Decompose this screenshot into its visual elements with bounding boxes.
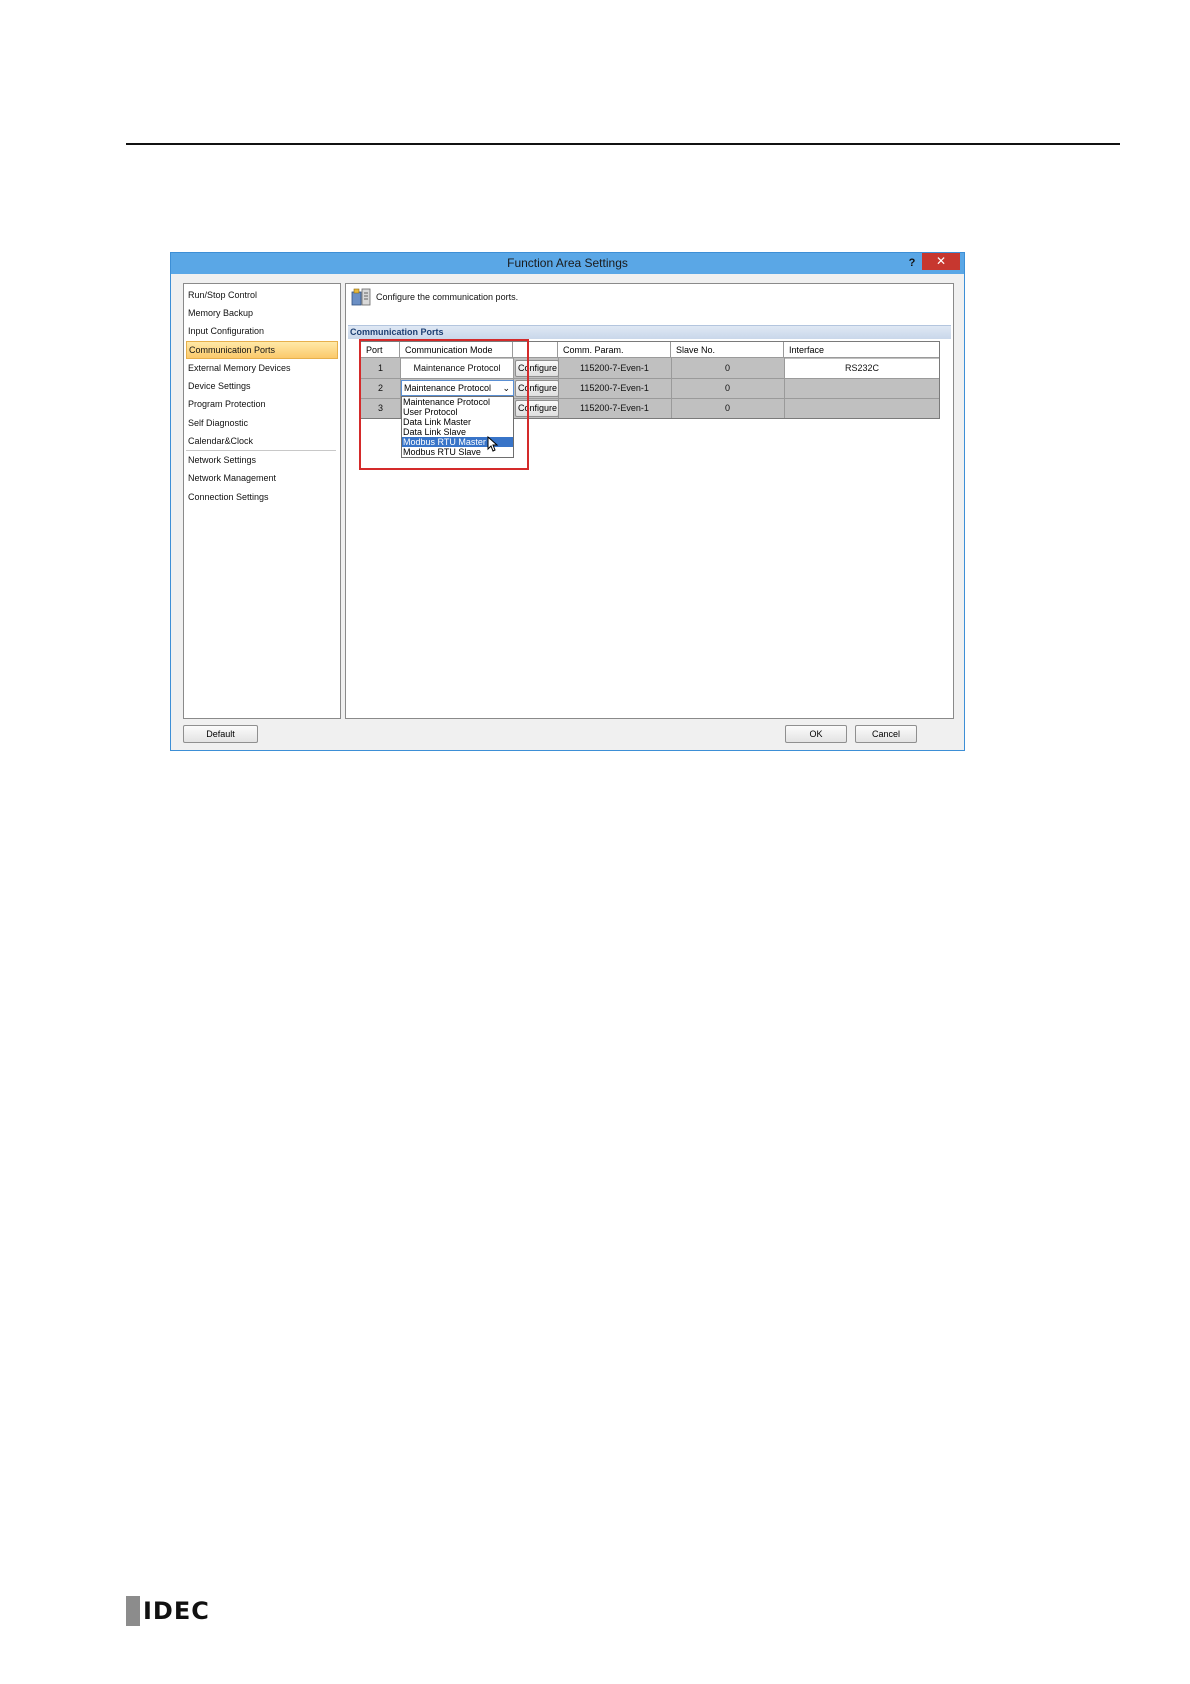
interface-value[interactable]: RS232C [785, 358, 939, 378]
title-bar[interactable]: Function Area Settings ? ✕ [171, 253, 964, 274]
header-rule [126, 143, 1120, 145]
sidebar-item-memory-backup[interactable]: Memory Backup [186, 304, 340, 322]
sidebar-item-input-configuration[interactable]: Input Configuration [186, 322, 340, 340]
comm-param-value: 115200-7-Even-1 [580, 403, 649, 413]
sidebar-item-connection-settings[interactable]: Connection Settings [186, 488, 340, 506]
sidebar-item-program-protection[interactable]: Program Protection [186, 395, 340, 413]
close-button[interactable]: ✕ [922, 253, 960, 270]
annotation-highlight-box [359, 339, 529, 470]
logo-text: IDEC [143, 1597, 210, 1625]
help-button[interactable]: ? [904, 255, 920, 271]
column-header-slave-no[interactable]: Slave No. [671, 342, 784, 358]
ok-button[interactable]: OK [785, 725, 847, 743]
communication-ports-icon [351, 288, 371, 306]
sidebar-item-device-settings[interactable]: Device Settings [186, 377, 340, 395]
sidebar-item-run-stop-control[interactable]: Run/Stop Control [186, 286, 340, 304]
window-title: Function Area Settings [507, 256, 628, 270]
sidebar-item-self-diagnostic[interactable]: Self Diagnostic [186, 414, 340, 432]
sidebar-item-network-settings[interactable]: Network Settings [186, 451, 340, 469]
slave-no-value: 0 [724, 363, 730, 373]
slave-no-value: 0 [724, 383, 730, 393]
slave-no-value: 0 [724, 403, 730, 413]
logo-mark [126, 1596, 140, 1626]
column-header-interface[interactable]: Interface [784, 342, 939, 358]
sidebar-item-external-memory-devices[interactable]: External Memory Devices [186, 359, 340, 377]
section-header: Communication Ports [348, 325, 951, 339]
comm-param-value: 115200-7-Even-1 [580, 383, 649, 393]
comm-param-value: 115200-7-Even-1 [580, 363, 649, 373]
column-header-comm-param[interactable]: Comm. Param. [558, 342, 671, 358]
cancel-button[interactable]: Cancel [855, 725, 917, 743]
page-description: Configure the communication ports. [376, 292, 519, 302]
sidebar-item-communication-ports[interactable]: Communication Ports [186, 341, 338, 359]
idec-logo: IDEC [126, 1596, 216, 1626]
section-title: Communication Ports [350, 327, 444, 337]
function-area-settings-dialog: Function Area Settings ? ✕ Run/Stop Cont… [170, 252, 965, 751]
default-button[interactable]: Default [183, 725, 258, 743]
settings-category-list: Run/Stop Control Memory Backup Input Con… [183, 283, 341, 719]
sidebar-item-network-management[interactable]: Network Management [186, 469, 340, 487]
sidebar-item-calendar-clock[interactable]: Calendar&Clock [186, 432, 340, 450]
